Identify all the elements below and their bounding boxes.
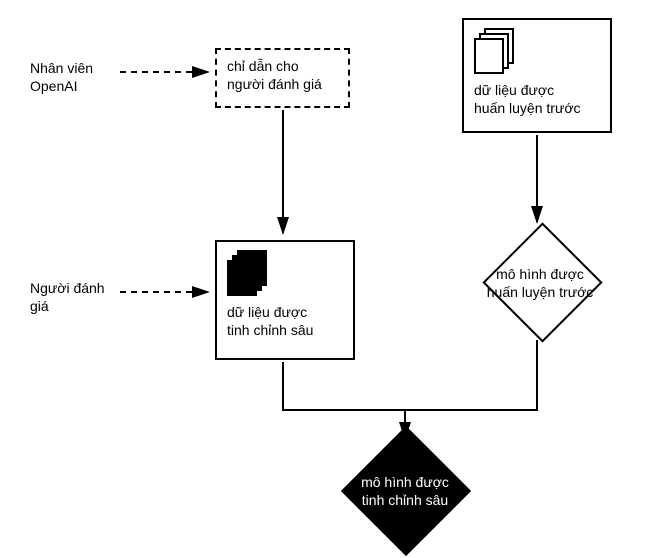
- edge-finetunedata-to-finetunemodel: [283, 362, 405, 438]
- node-instructions-text: chỉ dẫn cho người đánh giá: [227, 58, 338, 93]
- docs-outline-icon: [474, 28, 520, 76]
- node-finetune-data-text: dữ liệu được tinh chỉnh sâu: [227, 304, 343, 339]
- docs-filled-icon: [227, 250, 273, 298]
- diagram-canvas: { "labels": { "openai_staff": "Nhân viên…: [0, 0, 650, 558]
- node-pretrain-data-text: dữ liệu được huấn luyện trước: [474, 82, 600, 117]
- node-pretrain-model-text: mô hình được huấn luyện trước: [465, 266, 615, 301]
- node-pretrain-data: dữ liệu được huấn luyện trước: [462, 18, 612, 133]
- node-instructions: chỉ dẫn cho người đánh giá: [215, 48, 350, 108]
- node-finetune-model: mô hình được tinh chỉnh sâu: [320, 430, 490, 550]
- node-finetune-model-text: mô hình được tinh chỉnh sâu: [320, 474, 490, 509]
- label-reviewers: Người đánh giá: [30, 280, 105, 315]
- label-openai-staff: Nhân viên OpenAI: [30, 60, 93, 95]
- node-pretrain-model: mô hình được huấn luyện trước: [465, 220, 615, 340]
- node-finetune-data: dữ liệu được tinh chỉnh sâu: [215, 240, 355, 360]
- edge-pretrainmodel-merge: [405, 340, 537, 410]
